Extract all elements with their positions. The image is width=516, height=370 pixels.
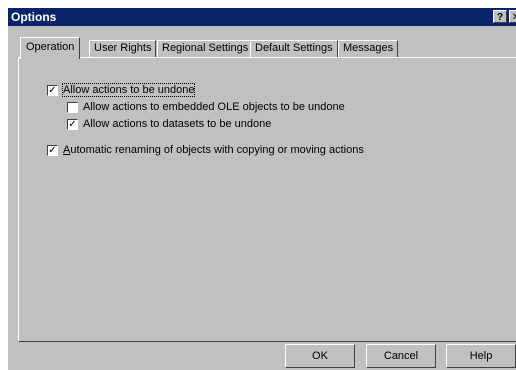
allow-undo-checkbox[interactable]: ✓ bbox=[47, 85, 58, 96]
tab-user-rights[interactable]: User Rights bbox=[89, 40, 157, 57]
help-icon[interactable]: ? bbox=[493, 10, 507, 23]
options-dialog: Options ? ✕ Operation User Rights Region… bbox=[8, 8, 516, 370]
undo-ole-label: Allow actions to embedded OLE objects to… bbox=[83, 101, 345, 113]
undo-ole-checkbox[interactable] bbox=[67, 102, 78, 113]
ok-button[interactable]: OK bbox=[285, 344, 355, 368]
title-bar[interactable]: Options ? ✕ bbox=[8, 8, 516, 26]
tab-default-settings[interactable]: Default Settings bbox=[250, 40, 338, 57]
operation-panel: ✓ Allow actions to be undone Allow actio… bbox=[18, 57, 516, 342]
check-icon: ✓ bbox=[48, 145, 57, 156]
auto-rename-label: Automatic renaming of objects with copyi… bbox=[63, 144, 364, 156]
tab-operation[interactable]: Operation bbox=[20, 37, 81, 59]
tab-messages[interactable]: Messages bbox=[338, 40, 399, 57]
close-icon[interactable]: ✕ bbox=[509, 10, 516, 23]
auto-rename-label-rest: utomatic renaming of objects with copyin… bbox=[70, 144, 364, 156]
cancel-button[interactable]: Cancel bbox=[366, 344, 436, 368]
undo-datasets-checkbox[interactable]: ✓ bbox=[67, 119, 78, 130]
window-title: Options bbox=[11, 10, 57, 24]
undo-datasets-label: Allow actions to datasets to be undone bbox=[83, 118, 272, 130]
help-button[interactable]: Help bbox=[446, 344, 516, 368]
auto-rename-checkbox[interactable]: ✓ bbox=[47, 145, 58, 156]
tab-regional-settings[interactable]: Regional Settings bbox=[157, 40, 254, 57]
check-icon: ✓ bbox=[68, 119, 77, 130]
check-icon: ✓ bbox=[48, 85, 57, 96]
allow-undo-label: Allow actions to be undone bbox=[61, 83, 196, 97]
